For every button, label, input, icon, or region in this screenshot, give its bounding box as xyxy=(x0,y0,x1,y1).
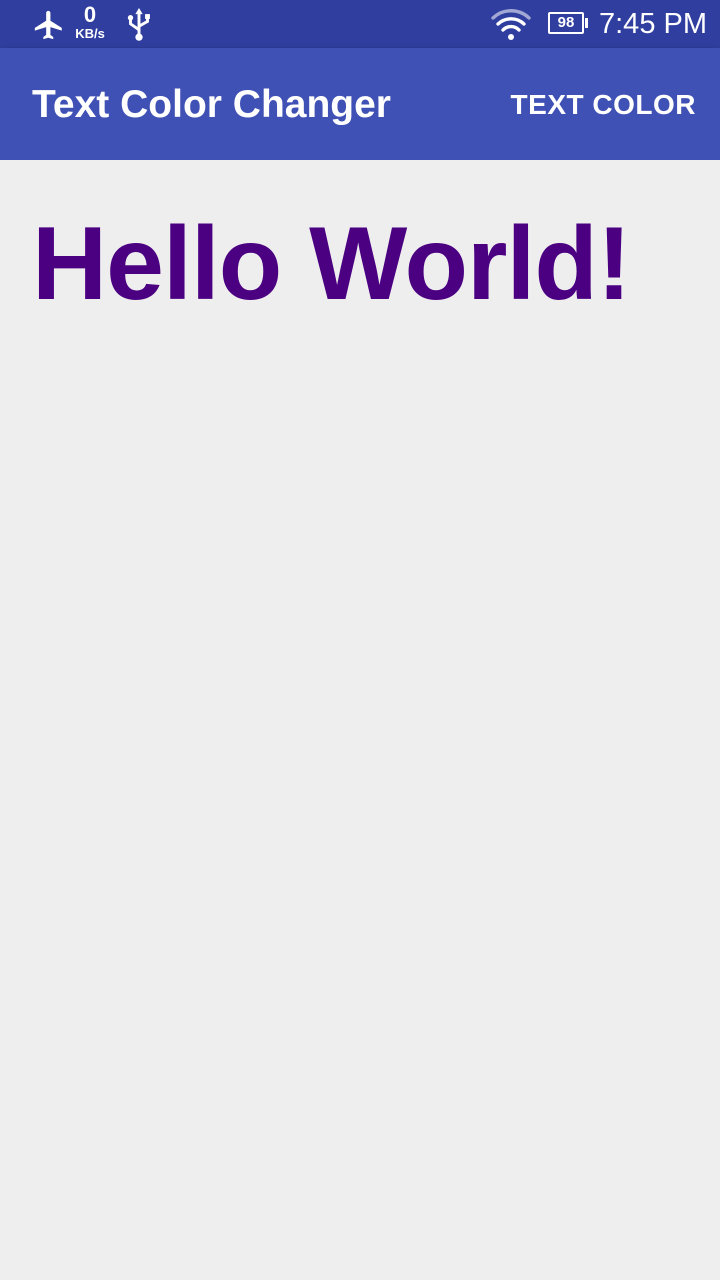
app-title: Text Color Changer xyxy=(32,83,391,126)
hello-world-text: Hello World! xyxy=(32,206,631,322)
app-bar: Text Color Changer TEXT COLOR xyxy=(0,48,720,160)
wifi-icon xyxy=(491,9,531,40)
status-clock: 7:45 PM xyxy=(599,8,707,40)
main-content: Hello World! xyxy=(0,160,720,1280)
airplane-mode-icon xyxy=(34,10,62,40)
text-color-button[interactable]: TEXT COLOR xyxy=(511,88,696,122)
battery-level: 98 xyxy=(557,14,575,31)
battery-icon: 98 xyxy=(548,12,584,34)
network-speed-unit: KB/s xyxy=(75,26,105,41)
usb-icon xyxy=(127,8,150,41)
network-speed-value: 0 xyxy=(83,2,97,27)
battery-tip xyxy=(585,18,588,28)
network-speed-indicator: 0 KB/s xyxy=(70,2,110,41)
status-bar: 0 KB/s 98 7:45 PM xyxy=(0,0,720,48)
